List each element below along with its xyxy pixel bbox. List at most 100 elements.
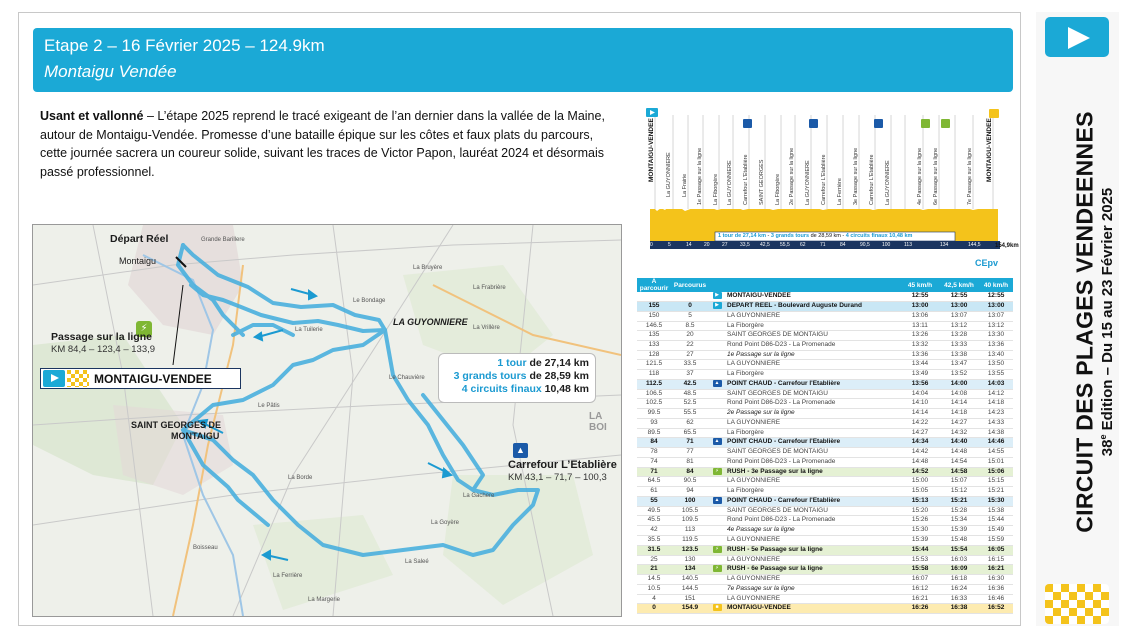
distance-remaining: 106.5 — [637, 389, 671, 400]
place-name: LA GUYONNIERE — [725, 555, 901, 566]
distance-covered: 42.5 — [671, 379, 709, 390]
time-45: 13:26 — [901, 330, 939, 341]
distance-covered: 27 — [671, 350, 709, 361]
distance-covered: 22 — [671, 340, 709, 351]
profile-legend-big-laps: 3 grands tours — [770, 233, 810, 239]
place-name: POINT CHAUD - Carrefour l'Etablière — [725, 496, 901, 507]
km-tick: 71 — [820, 242, 826, 248]
time-42-5: 12:55 — [939, 292, 979, 302]
distance-covered: 81 — [671, 457, 709, 468]
time-40: 15:21 — [979, 486, 1013, 497]
time-45: 13:36 — [901, 350, 939, 361]
km-tick: 90,5 — [860, 242, 870, 248]
time-40: 14:03 — [979, 379, 1013, 390]
lightning-icon: ⚡ — [712, 545, 722, 553]
map-graphic — [33, 225, 621, 616]
km-tick: 62 — [800, 242, 806, 248]
row-icon — [709, 418, 725, 429]
profile-label: 2e Passage sur la ligne — [789, 147, 795, 205]
time-40: 13:30 — [979, 330, 1013, 341]
time-40: 15:44 — [979, 515, 1013, 527]
passage-km: KM 84,4 – 123,4 – 133,9 — [51, 344, 156, 355]
time-42-5: 16:09 — [939, 564, 979, 576]
table-row: 42 113 4e Passage sur la ligne 15:30 15:39 15… — [637, 525, 1013, 536]
place-name: SAINT GEORGES DE MONTAIGU — [725, 330, 901, 341]
place-name: SAINT GEORGES DE MONTAIGU — [725, 389, 901, 400]
place-label: La Vrillère — [473, 325, 500, 331]
place-name: La Fiborgère — [725, 486, 901, 497]
distance-covered: 48.5 — [671, 389, 709, 400]
play-icon — [1045, 17, 1109, 57]
distance-remaining: 71 — [637, 467, 671, 478]
distance-covered: 134 — [671, 564, 709, 576]
col-header — [709, 278, 725, 292]
km-ticks: 0 5 14 20 27 33,5 42,5 55,5 62 71 84 90,… — [650, 242, 1000, 249]
time-40: 15:38 — [979, 506, 1013, 517]
time-45: 15:53 — [901, 555, 939, 566]
place-label: Boisseau — [193, 545, 218, 551]
distance-covered: 62 — [671, 418, 709, 429]
distance-covered: 8.5 — [671, 321, 709, 332]
time-42-5: 14:27 — [939, 418, 979, 429]
distance-remaining: 35.5 — [637, 535, 671, 546]
play-icon — [43, 370, 65, 387]
place-name: La Fiborgère — [725, 321, 901, 332]
event-sidebar: CIRCUIT DES PLAGES VENDEENNES 38e Editio… — [1036, 12, 1119, 626]
time-40: 13:36 — [979, 340, 1013, 351]
edition-number: 38 — [1099, 439, 1116, 457]
table-row: 118 37 La Fiborgère 13:49 13:52 13:55 — [637, 369, 1013, 380]
distance-remaining: 74 — [637, 457, 671, 468]
time-42-5: 14:58 — [939, 467, 979, 478]
time-45: 15:05 — [901, 486, 939, 497]
col-header: 40 km/h — [979, 278, 1013, 292]
place-name: RUSH - 3e Passage sur la ligne — [725, 467, 901, 478]
km-tick: 84 — [840, 242, 846, 248]
final-circuits-length: 10,48 km — [541, 383, 589, 395]
time-45: 13:44 — [901, 359, 939, 371]
place-name: MONTAIGU-VENDEE — [725, 292, 901, 302]
distance-covered: 55.5 — [671, 408, 709, 419]
distance-remaining: 21 — [637, 564, 671, 576]
row-icon: ⚡ — [709, 467, 725, 478]
profile-label: 3e Passage sur la ligne — [853, 147, 859, 205]
row-icon: ■ — [709, 603, 725, 615]
table-row: 150 5 LA GUYONNIERE 13:06 13:07 13:07 — [637, 311, 1013, 322]
time-40: 14:46 — [979, 437, 1013, 449]
table-row: 21 134 ⚡ RUSH - 6e Passage sur la ligne 15:5… — [637, 564, 1013, 576]
distance-remaining: 99.5 — [637, 408, 671, 419]
profile-label: MONTAIGU-VENDEE — [986, 118, 993, 182]
distance-remaining: 14.5 — [637, 574, 671, 585]
place-name: RUSH - 6e Passage sur la ligne — [725, 564, 901, 576]
stage-header: Etape 2 – 16 Février 2025 – 124.9km Mont… — [33, 28, 1013, 92]
distance-remaining: 128 — [637, 350, 671, 361]
time-42-5: 14:40 — [939, 437, 979, 449]
time-42-5: 15:48 — [939, 535, 979, 546]
time-45: 15:26 — [901, 515, 939, 527]
distance-covered: 105.5 — [671, 506, 709, 517]
play-icon: ▶ — [712, 292, 722, 299]
col-header — [725, 278, 901, 292]
place-label: La Margerie — [308, 597, 341, 603]
place-label: La Saleé — [405, 559, 429, 565]
description-lead: Usant et vallonné — [40, 109, 144, 123]
distance-remaining: 155 — [637, 301, 671, 312]
time-42-5: 16:24 — [939, 584, 979, 595]
row-icon — [709, 398, 725, 410]
time-40: 14:38 — [979, 428, 1013, 439]
time-45: 15:39 — [901, 535, 939, 546]
time-45: 15:20 — [901, 506, 939, 517]
stage-description: Usant et vallonné – L’étape 2025 reprend… — [40, 107, 612, 181]
place-name: MONTAIGU-VENDEE — [725, 603, 901, 615]
time-45: 13:11 — [901, 321, 939, 332]
time-42-5: 15:12 — [939, 486, 979, 497]
profile-label: 1e Passage sur la ligne — [697, 147, 703, 205]
km-tick: 144,5 — [968, 242, 981, 248]
distance-remaining: 61 — [637, 486, 671, 497]
time-42-5: 15:34 — [939, 515, 979, 527]
col-header: A parcourir — [637, 278, 671, 292]
profile-label: 4e Passage sur la ligne — [917, 147, 923, 205]
time-45: 13:56 — [901, 379, 939, 390]
row-icon — [709, 594, 725, 605]
flame-icon: ▲ — [712, 379, 722, 387]
passage-title: Passage sur la ligne — [51, 331, 152, 343]
